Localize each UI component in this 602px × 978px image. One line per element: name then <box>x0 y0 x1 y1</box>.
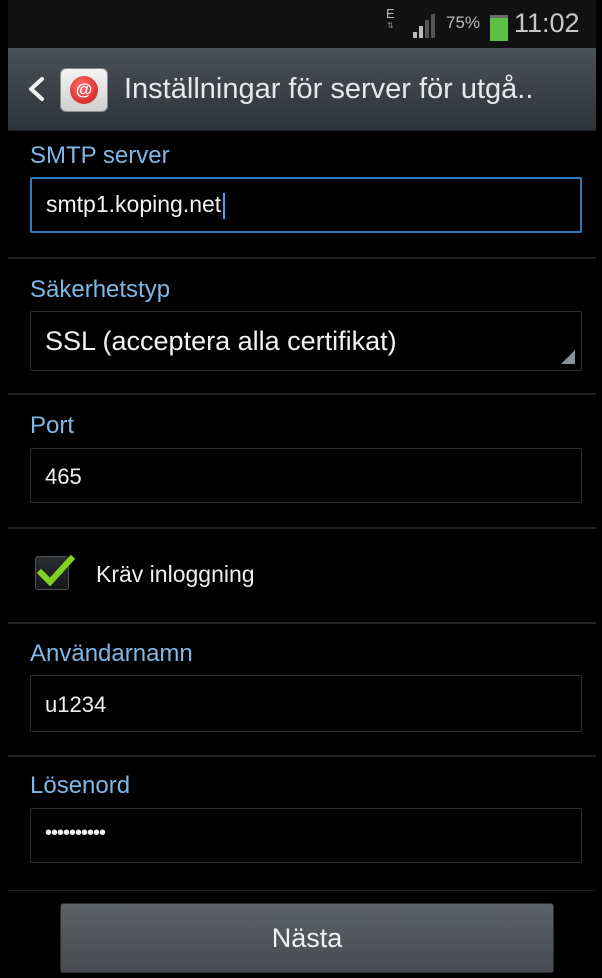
text-caret <box>223 192 226 219</box>
page-title: Inställningar för server för utgå.. <box>124 73 534 105</box>
divider <box>8 527 596 529</box>
username-input[interactable]: u1234 <box>30 675 582 732</box>
dropdown-arrow-icon <box>561 350 575 364</box>
clock: 11:02 <box>514 8 580 38</box>
require-login-checkbox[interactable] <box>35 554 76 590</box>
network-arrows-icon: ⇅ <box>386 21 394 30</box>
email-app-icon[interactable]: @ <box>60 68 108 112</box>
network-type-indicator: E ⇅ <box>386 6 395 32</box>
smtp-server-label: SMTP server <box>30 142 170 169</box>
next-button[interactable]: Nästa <box>60 903 554 973</box>
network-type-label: E <box>386 6 395 21</box>
require-login-label[interactable]: Kräv inloggning <box>96 561 255 588</box>
security-type-label: Säkerhetstyp <box>30 276 171 303</box>
password-value: •••••••••• <box>45 822 106 844</box>
signal-strength-icon <box>413 14 435 38</box>
port-input[interactable]: 465 <box>30 448 582 503</box>
chevron-left-icon[interactable] <box>22 74 52 104</box>
security-type-dropdown[interactable]: SSL (acceptera alla certifikat) <box>30 311 582 371</box>
password-label: Lösenord <box>30 772 131 799</box>
port-value: 465 <box>45 464 82 489</box>
port-label: Port <box>30 412 75 439</box>
divider <box>8 393 596 395</box>
divider <box>8 257 596 259</box>
username-value: u1234 <box>45 692 107 717</box>
battery-percent: 75% <box>446 13 481 32</box>
bottom-bar: Nästa <box>8 890 596 978</box>
password-input[interactable]: •••••••••• <box>30 808 582 863</box>
smtp-server-value: smtp1.koping.net <box>46 191 222 217</box>
action-bar: @ Inställningar för server för utgå.. <box>8 48 596 131</box>
username-label: Användarnamn <box>30 640 193 667</box>
checkmark-icon <box>36 554 76 587</box>
status-bar: E ⇅ 75% 11:02 <box>8 0 596 48</box>
divider <box>8 755 596 757</box>
phone-screen: E ⇅ 75% 11:02 @ Inställningar för server… <box>8 0 596 978</box>
smtp-server-input[interactable]: smtp1.koping.net <box>30 177 582 233</box>
security-type-value: SSL (acceptera alla certifikat) <box>45 326 397 356</box>
battery-icon <box>490 15 508 41</box>
divider <box>8 622 596 624</box>
at-sign-icon: @ <box>70 76 98 104</box>
